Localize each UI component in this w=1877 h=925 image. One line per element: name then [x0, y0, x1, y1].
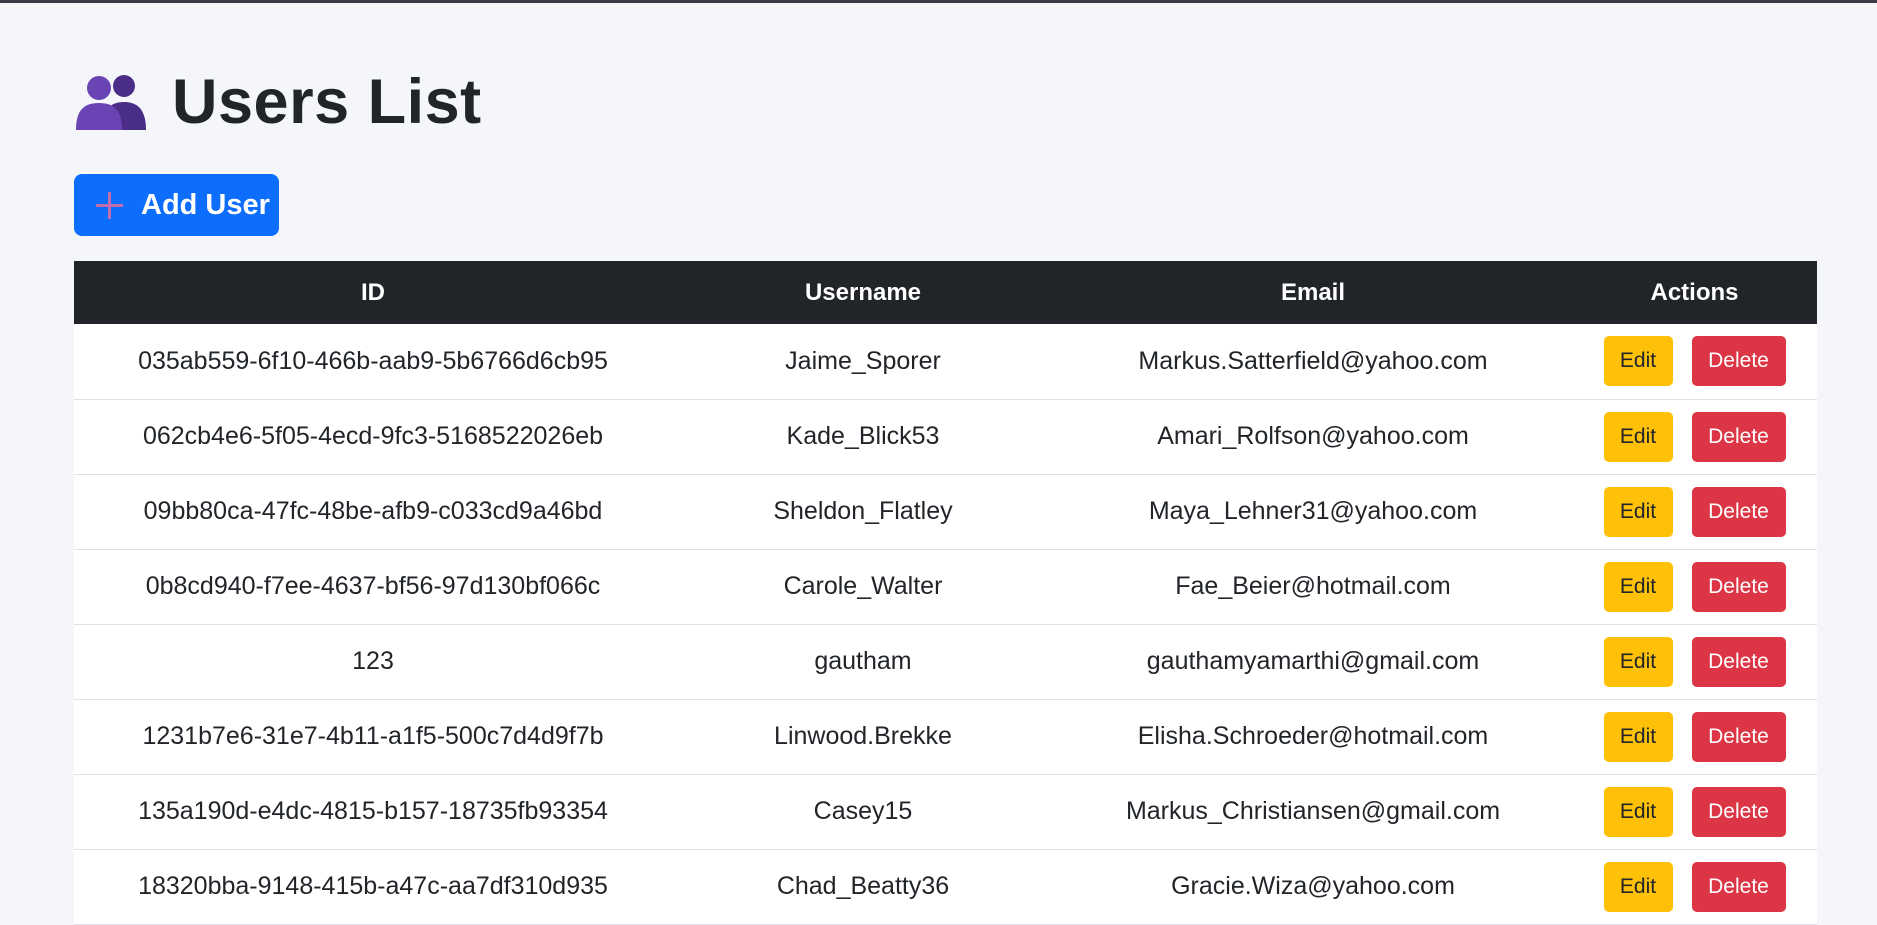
cell-id: 035ab559-6f10-466b-aab9-5b6766d6cb95	[138, 346, 608, 375]
cell-username: Chad_Beatty36	[776, 872, 950, 900]
cell-username: Casey15	[813, 797, 913, 825]
add-user-button[interactable]: Add User	[74, 174, 279, 236]
top-border	[0, 0, 1877, 3]
column-header-actions: Actions	[1650, 278, 1739, 306]
delete-button[interactable]: Delete	[1691, 336, 1786, 387]
cell-username: Sheldon_Flatley	[773, 497, 953, 525]
cell-id: 18320bba-9148-415b-a47c-aa7df310d935	[138, 872, 608, 900]
delete-button[interactable]: Delete	[1691, 786, 1786, 837]
edit-button[interactable]: Edit	[1603, 561, 1673, 612]
cell-id: 1231b7e6-31e7-4b11-a1f5-500c7d4d9f7b	[142, 722, 604, 750]
table-header: ID Username Email Actions	[74, 261, 1817, 324]
delete-button[interactable]: Delete	[1691, 411, 1786, 462]
edit-button[interactable]: Edit	[1603, 786, 1673, 837]
table-row: 135a190d-e4dc-4815-b157-18735fb93354 Cas…	[74, 774, 1817, 849]
cell-actions: Edit Delete	[1572, 699, 1817, 774]
page-title: Users List	[172, 66, 482, 137]
table-row: 18320bba-9148-415b-a47c-aa7df310d935 Cha…	[74, 849, 1817, 924]
cell-actions: Edit Delete	[1572, 399, 1817, 474]
cell-username: Kade_Blick53	[786, 422, 940, 450]
cell-id: 0b8cd940-f7ee-4637-bf56-97d130bf066c	[145, 572, 601, 600]
row-actions: Edit Delete	[1572, 561, 1817, 612]
edit-button[interactable]: Edit	[1603, 711, 1673, 762]
row-actions: Edit Delete	[1572, 861, 1817, 912]
row-actions: Edit Delete	[1572, 711, 1817, 762]
table-row: 035ab559-6f10-466b-aab9-5b6766d6cb95 Jai…	[74, 324, 1817, 399]
edit-button[interactable]: Edit	[1603, 636, 1673, 687]
cell-id: 135a190d-e4dc-4815-b157-18735fb93354	[138, 797, 608, 825]
cell-email: Gracie.Wiza@yahoo.com	[1171, 872, 1455, 900]
cell-email: Elisha.Schroeder@hotmail.com	[1137, 722, 1489, 750]
row-actions: Edit Delete	[1572, 486, 1817, 537]
two-people-icon	[74, 72, 150, 132]
cell-actions: Edit Delete	[1572, 474, 1817, 549]
cell-email: Markus_Christiansen@gmail.com	[1125, 797, 1501, 825]
edit-button[interactable]: Edit	[1603, 486, 1673, 537]
table-header-row: ID Username Email Actions	[74, 261, 1817, 324]
cell-email: gauthamyamarthi@gmail.com	[1146, 647, 1480, 675]
cell-id: 09bb80ca-47fc-48be-afb9-c033cd9a46bd	[143, 497, 603, 525]
cell-email: Markus.Satterfield@yahoo.com	[1138, 346, 1488, 375]
cell-username: Jaime_Sporer	[785, 346, 941, 375]
edit-button[interactable]: Edit	[1603, 336, 1673, 387]
cell-id: 062cb4e6-5f05-4ecd-9fc3-5168522026eb	[142, 422, 604, 450]
cell-username: Carole_Walter	[783, 572, 943, 600]
row-actions: Edit Delete	[1572, 786, 1817, 837]
row-actions: Edit Delete	[1572, 336, 1817, 387]
table-body: 035ab559-6f10-466b-aab9-5b6766d6cb95 Jai…	[74, 324, 1817, 924]
column-header-email: Email	[1280, 278, 1346, 306]
edit-button[interactable]: Edit	[1603, 861, 1673, 912]
delete-button[interactable]: Delete	[1691, 636, 1786, 687]
edit-button[interactable]: Edit	[1603, 411, 1673, 462]
row-actions: Edit Delete	[1572, 636, 1817, 687]
delete-button[interactable]: Delete	[1691, 561, 1786, 612]
cell-actions: Edit Delete	[1572, 549, 1817, 624]
cell-username: gautham	[814, 647, 912, 675]
cell-actions: Edit Delete	[1572, 324, 1817, 399]
table-row: 1231b7e6-31e7-4b11-a1f5-500c7d4d9f7b Lin…	[74, 699, 1817, 774]
cell-email: Maya_Lehner31@yahoo.com	[1148, 497, 1478, 525]
cell-email: Fae_Beier@hotmail.com	[1175, 572, 1451, 600]
cell-email: Amari_Rolfson@yahoo.com	[1157, 422, 1469, 450]
column-header-id: ID	[361, 278, 385, 306]
users-table-container: ID Username Email Actions 035ab559-6f10-…	[74, 261, 1817, 925]
delete-button[interactable]: Delete	[1691, 861, 1786, 912]
table-row: 09bb80ca-47fc-48be-afb9-c033cd9a46bd She…	[74, 474, 1817, 549]
table-row: 062cb4e6-5f05-4ecd-9fc3-5168522026eb Kad…	[74, 399, 1817, 474]
users-table: ID Username Email Actions 035ab559-6f10-…	[74, 261, 1817, 925]
add-user-label: Add User	[141, 188, 270, 221]
row-actions: Edit Delete	[1572, 411, 1817, 462]
table-row: 0b8cd940-f7ee-4637-bf56-97d130bf066c Car…	[74, 549, 1817, 624]
cell-username: Linwood.Brekke	[774, 722, 952, 750]
column-header-username: Username	[804, 278, 922, 306]
cell-actions: Edit Delete	[1572, 849, 1817, 924]
plus-icon	[96, 191, 123, 219]
cell-actions: Edit Delete	[1572, 774, 1817, 849]
delete-button[interactable]: Delete	[1691, 711, 1786, 762]
page-header: Users List	[74, 62, 482, 142]
cell-id: 123	[352, 647, 394, 675]
delete-button[interactable]: Delete	[1691, 486, 1786, 537]
cell-actions: Edit Delete	[1572, 624, 1817, 699]
table-row: 123 gautham gauthamyamarthi@gmail.com Ed…	[74, 624, 1817, 699]
